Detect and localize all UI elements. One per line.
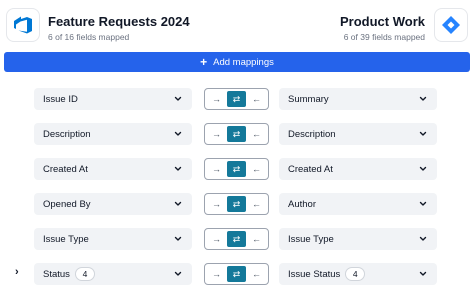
- bidirectional-arrows-icon[interactable]: ⇄: [227, 161, 246, 177]
- plus-icon: +: [200, 55, 208, 69]
- sync-direction-toggle: → ⇄ ←: [204, 123, 269, 145]
- left-field-label: Description: [43, 128, 91, 140]
- chevron-down-icon: [173, 129, 183, 139]
- sync-direction-toggle: → ⇄ ←: [204, 228, 269, 250]
- chevron-down-icon: [173, 164, 183, 174]
- arrow-right-icon[interactable]: →: [207, 231, 226, 247]
- right-field-select[interactable]: Created At: [279, 158, 437, 180]
- left-field-label: Status: [43, 268, 70, 280]
- arrow-right-icon[interactable]: →: [207, 126, 226, 142]
- left-field-select[interactable]: Opened By: [34, 193, 192, 215]
- right-field-label: Summary: [288, 93, 329, 105]
- mapping-row: Opened By → ⇄ ← Author: [0, 191, 474, 226]
- mapping-row: Description → ⇄ ← Description: [0, 121, 474, 156]
- left-field-label: Created At: [43, 163, 88, 175]
- chevron-down-icon: [173, 269, 183, 279]
- right-field-select[interactable]: Author: [279, 193, 437, 215]
- sync-direction-toggle: → ⇄ ←: [204, 193, 269, 215]
- sync-direction-toggle: → ⇄ ←: [204, 158, 269, 180]
- mapping-row: Created At → ⇄ ← Created At: [0, 156, 474, 191]
- arrow-right-icon[interactable]: →: [207, 91, 226, 107]
- arrow-left-icon[interactable]: ←: [247, 231, 266, 247]
- azure-devops-logo: [6, 8, 40, 42]
- bidirectional-arrows-icon[interactable]: ⇄: [227, 231, 246, 247]
- chevron-down-icon: [418, 164, 428, 174]
- right-field-select[interactable]: Summary: [279, 88, 437, 110]
- chevron-down-icon: [418, 269, 428, 279]
- add-mappings-label: Add mappings: [213, 56, 274, 68]
- left-app: Feature Requests 2024 6 of 16 fields map…: [6, 8, 190, 43]
- right-app: Product Work 6 of 39 fields mapped: [340, 8, 468, 43]
- arrow-right-icon[interactable]: →: [207, 196, 226, 212]
- add-mappings-button[interactable]: + Add mappings: [4, 52, 470, 72]
- left-app-subtitle: 6 of 16 fields mapped: [48, 32, 130, 42]
- left-field-label: Issue ID: [43, 93, 78, 105]
- arrow-left-icon[interactable]: ←: [247, 161, 266, 177]
- azure-devops-icon: [14, 16, 32, 34]
- left-field-select[interactable]: Issue ID: [34, 88, 192, 110]
- bidirectional-arrows-icon[interactable]: ⇄: [227, 126, 246, 142]
- right-field-select[interactable]: Issue Status 4: [279, 263, 437, 285]
- arrow-right-icon[interactable]: →: [207, 266, 226, 282]
- chevron-down-icon: [418, 199, 428, 209]
- chevron-down-icon: [418, 129, 428, 139]
- mapping-row: Issue ID → ⇄ ← Summary: [0, 86, 474, 121]
- sync-direction-toggle: → ⇄ ←: [204, 88, 269, 110]
- mapping-row: › Status 4 → ⇄ ← Issue Status 4: [0, 261, 474, 290]
- chevron-down-icon: [418, 94, 428, 104]
- chevron-down-icon: [173, 94, 183, 104]
- chevron-down-icon: [173, 199, 183, 209]
- bidirectional-arrows-icon[interactable]: ⇄: [227, 196, 246, 212]
- value-count-badge: 4: [74, 267, 95, 281]
- bidirectional-arrows-icon[interactable]: ⇄: [227, 91, 246, 107]
- jira-logo: [434, 8, 468, 42]
- left-field-select[interactable]: Created At: [34, 158, 192, 180]
- mapping-row: Issue Type → ⇄ ← Issue Type: [0, 226, 474, 261]
- sync-direction-toggle: → ⇄ ←: [204, 263, 269, 285]
- left-field-label: Issue Type: [43, 233, 89, 245]
- bidirectional-arrows-icon[interactable]: ⇄: [227, 266, 246, 282]
- arrow-left-icon[interactable]: ←: [247, 91, 266, 107]
- value-count-badge: 4: [345, 267, 366, 281]
- right-app-name: Product Work: [340, 14, 425, 29]
- chevron-down-icon: [418, 234, 428, 244]
- right-field-select[interactable]: Issue Type: [279, 228, 437, 250]
- header: Feature Requests 2024 6 of 16 fields map…: [0, 0, 474, 48]
- mapping-list: Issue ID → ⇄ ← Summary Description → ⇄ ← Descript…: [0, 86, 474, 290]
- right-field-label: Issue Type: [288, 233, 334, 245]
- right-field-label: Issue Status: [288, 268, 341, 280]
- arrow-left-icon[interactable]: ←: [247, 266, 266, 282]
- arrow-left-icon[interactable]: ←: [247, 196, 266, 212]
- arrow-right-icon[interactable]: →: [207, 161, 226, 177]
- jira-icon: [442, 16, 460, 34]
- right-field-select[interactable]: Description: [279, 123, 437, 145]
- chevron-down-icon: [173, 234, 183, 244]
- right-field-label: Created At: [288, 163, 333, 175]
- left-app-name: Feature Requests 2024: [48, 14, 190, 29]
- left-field-select[interactable]: Description: [34, 123, 192, 145]
- left-field-select[interactable]: Issue Type: [34, 228, 192, 250]
- expand-chevron-icon[interactable]: ›: [15, 265, 27, 279]
- right-field-label: Author: [288, 198, 316, 210]
- right-field-label: Description: [288, 128, 336, 140]
- left-field-label: Opened By: [43, 198, 91, 210]
- left-field-select[interactable]: Status 4: [34, 263, 192, 285]
- right-app-subtitle: 6 of 39 fields mapped: [343, 32, 425, 42]
- arrow-left-icon[interactable]: ←: [247, 126, 266, 142]
